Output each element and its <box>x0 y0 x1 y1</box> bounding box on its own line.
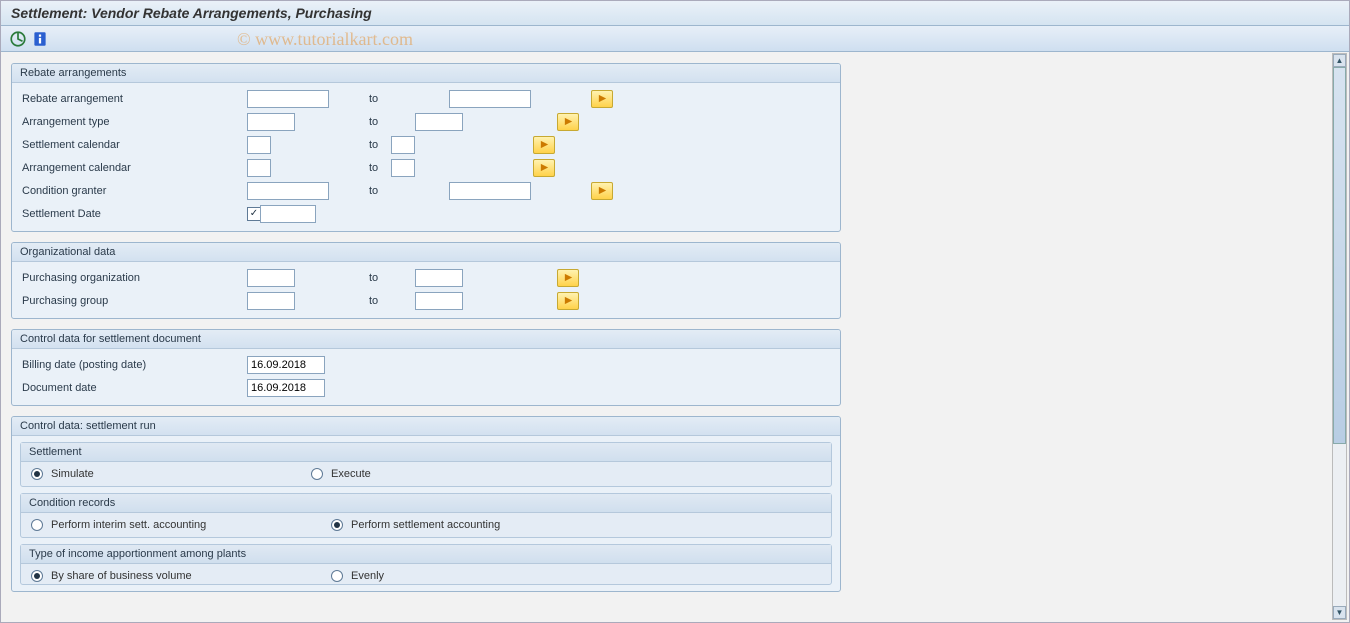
to-label: to <box>329 93 449 105</box>
to-label: to <box>295 272 415 284</box>
group-title: Control data: settlement run <box>12 417 840 436</box>
radio-label: Execute <box>331 468 371 480</box>
rebate-arrangement-to-input[interactable] <box>449 90 531 108</box>
scroll-track[interactable] <box>1333 67 1346 606</box>
radio-label: Perform settlement accounting <box>351 519 500 531</box>
radio-simulate[interactable]: Simulate <box>31 468 311 480</box>
document-date-input[interactable] <box>247 379 325 397</box>
purchasing-group-to-input[interactable] <box>415 292 463 310</box>
multiple-selection-button[interactable] <box>557 113 579 131</box>
to-label: to <box>271 139 391 151</box>
field-label: Document date <box>22 382 247 394</box>
purchasing-org-from-input[interactable] <box>247 269 295 287</box>
radio-icon <box>31 570 43 582</box>
group-title: Control data for settlement document <box>12 330 840 349</box>
radio-icon <box>31 519 43 531</box>
content-area: Rebate arrangements Rebate arrangement t… <box>1 53 1331 622</box>
app-window: Settlement: Vendor Rebate Arrangements, … <box>0 0 1350 623</box>
row-arrangement-type: Arrangement type to <box>14 110 838 133</box>
to-label: to <box>295 295 415 307</box>
toolbar <box>1 26 1349 52</box>
subgroup-income-apportionment: Type of income apportionment among plant… <box>20 544 832 585</box>
arrangement-calendar-from-input[interactable] <box>247 159 271 177</box>
field-label: Arrangement calendar <box>22 162 247 174</box>
radio-interim-accounting[interactable]: Perform interim sett. accounting <box>31 519 331 531</box>
subgroup-title: Settlement <box>21 443 831 462</box>
settlement-date-checkbox[interactable]: ✓ <box>247 207 261 221</box>
row-billing-date: Billing date (posting date) <box>14 353 838 376</box>
row-arrangement-calendar: Arrangement calendar to <box>14 156 838 179</box>
field-label: Rebate arrangement <box>22 93 247 105</box>
row-rebate-arrangement: Rebate arrangement to <box>14 87 838 110</box>
radio-label: Evenly <box>351 570 384 582</box>
multiple-selection-button[interactable] <box>591 90 613 108</box>
radio-icon <box>311 468 323 480</box>
row-document-date: Document date <box>14 376 838 399</box>
radio-icon <box>31 468 43 480</box>
scroll-up-icon[interactable]: ▲ <box>1333 54 1346 67</box>
group-organizational-data: Organizational data Purchasing organizat… <box>11 242 841 319</box>
radio-icon <box>331 519 343 531</box>
multiple-selection-button[interactable] <box>557 269 579 287</box>
page-title: Settlement: Vendor Rebate Arrangements, … <box>11 5 372 21</box>
radio-label: Perform interim sett. accounting <box>51 519 206 531</box>
rebate-arrangement-from-input[interactable] <box>247 90 329 108</box>
radio-label: Simulate <box>51 468 94 480</box>
to-label: to <box>329 185 449 197</box>
arrangement-calendar-to-input[interactable] <box>391 159 415 177</box>
radio-by-share[interactable]: By share of business volume <box>31 570 331 582</box>
row-purchasing-group: Purchasing group to <box>14 289 838 312</box>
to-label: to <box>295 116 415 128</box>
row-settlement-calendar: Settlement calendar to <box>14 133 838 156</box>
settlement-calendar-from-input[interactable] <box>247 136 271 154</box>
field-label: Purchasing group <box>22 295 247 307</box>
field-label: Settlement calendar <box>22 139 247 151</box>
condition-granter-to-input[interactable] <box>449 182 531 200</box>
execute-icon[interactable] <box>9 30 27 48</box>
subgroup-title: Condition records <box>21 494 831 513</box>
scroll-thumb[interactable] <box>1333 67 1346 444</box>
scroll-down-icon[interactable]: ▼ <box>1333 606 1346 619</box>
group-title: Rebate arrangements <box>12 64 840 83</box>
radio-evenly[interactable]: Evenly <box>331 570 474 582</box>
subgroup-condition-records: Condition records Perform interim sett. … <box>20 493 832 538</box>
group-rebate-arrangements: Rebate arrangements Rebate arrangement t… <box>11 63 841 232</box>
vertical-scrollbar[interactable]: ▲ ▼ <box>1332 53 1347 620</box>
multiple-selection-button[interactable] <box>533 136 555 154</box>
settlement-date-input[interactable] <box>260 205 316 223</box>
subgroup-settlement: Settlement Simulate Execute <box>20 442 832 487</box>
field-label: Arrangement type <box>22 116 247 128</box>
title-bar: Settlement: Vendor Rebate Arrangements, … <box>1 1 1349 26</box>
radio-settlement-accounting[interactable]: Perform settlement accounting <box>331 519 590 531</box>
billing-date-input[interactable] <box>247 356 325 374</box>
multiple-selection-button[interactable] <box>557 292 579 310</box>
info-icon[interactable] <box>31 30 49 48</box>
multiple-selection-button[interactable] <box>591 182 613 200</box>
purchasing-org-to-input[interactable] <box>415 269 463 287</box>
row-settlement-date: Settlement Date ✓ <box>14 202 838 225</box>
radio-icon <box>331 570 343 582</box>
row-purchasing-organization: Purchasing organization to <box>14 266 838 289</box>
purchasing-group-from-input[interactable] <box>247 292 295 310</box>
arrangement-type-to-input[interactable] <box>415 113 463 131</box>
field-label: Settlement Date <box>22 208 247 220</box>
field-label: Purchasing organization <box>22 272 247 284</box>
multiple-selection-button[interactable] <box>533 159 555 177</box>
condition-granter-from-input[interactable] <box>247 182 329 200</box>
field-label: Condition granter <box>22 185 247 197</box>
radio-label: By share of business volume <box>51 570 192 582</box>
to-label: to <box>271 162 391 174</box>
field-label: Billing date (posting date) <box>22 359 247 371</box>
settlement-calendar-to-input[interactable] <box>391 136 415 154</box>
arrangement-type-from-input[interactable] <box>247 113 295 131</box>
row-condition-granter: Condition granter to <box>14 179 838 202</box>
group-title: Organizational data <box>12 243 840 262</box>
radio-execute[interactable]: Execute <box>311 468 461 480</box>
group-control-settlement-run: Control data: settlement run Settlement … <box>11 416 841 592</box>
group-control-settlement-document: Control data for settlement document Bil… <box>11 329 841 406</box>
subgroup-title: Type of income apportionment among plant… <box>21 545 831 564</box>
